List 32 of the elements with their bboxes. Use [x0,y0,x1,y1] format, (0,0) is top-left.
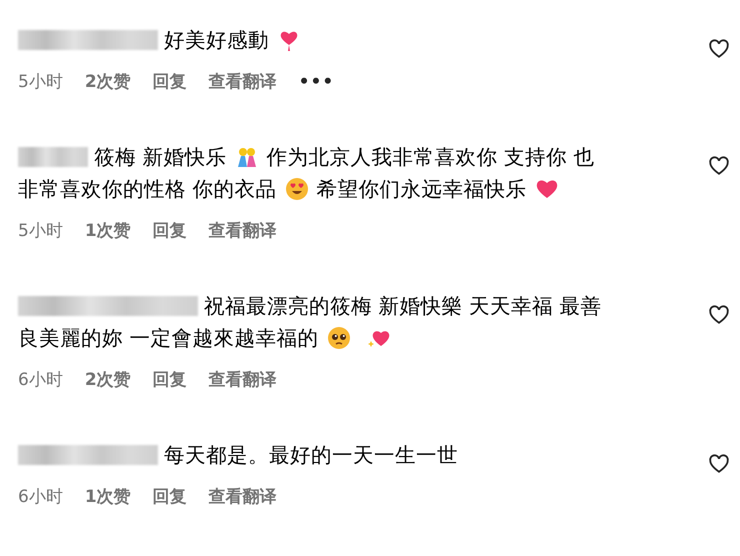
heart-eyes-face-icon [284,177,309,201]
comment-time: 6小时 [18,369,63,391]
comment-text: 希望你们永远幸福快乐 [316,176,527,203]
reply-link[interactable]: 回复 [152,219,187,242]
comment-text: 每天都是。最好的一天一生一世 [164,442,458,469]
likes-count-link[interactable]: 2次赞 [84,368,131,391]
comment-text: 好美好感動 [164,27,269,54]
reply-link[interactable]: 回复 [152,70,187,93]
reply-link[interactable]: 回复 [152,485,187,508]
comment-text: 作为北京人我非常喜欢你 支持你 也 [266,144,595,171]
pleading-face-icon [326,326,351,350]
like-heart-icon[interactable] [708,155,730,177]
comment-time: 6小时 [18,486,63,508]
comment-text: 祝福最漂亮的筱梅 新婚快樂 天天幸福 最善 [204,293,602,320]
more-options-button[interactable]: ••• [298,72,334,92]
see-translation-link[interactable]: 查看翻译 [208,70,277,93]
like-heart-icon[interactable] [708,304,730,326]
like-heart-icon[interactable] [708,453,730,475]
see-translation-link[interactable]: 查看翻译 [208,368,277,391]
likes-count-link[interactable]: 1次赞 [84,219,131,242]
blurred-username [18,147,88,167]
comment-text: 筱梅 新婚快乐 [94,144,227,171]
see-translation-link[interactable]: 查看翻译 [208,219,277,242]
like-heart-icon[interactable] [708,38,730,60]
reply-link[interactable]: 回复 [152,368,187,391]
see-translation-link[interactable]: 查看翻译 [208,485,277,508]
likes-count-link[interactable]: 1次赞 [84,485,131,508]
comment-time: 5小时 [18,71,63,93]
comment-text: 非常喜欢你的性格 你的衣品 [18,176,277,203]
comment-text: 良美麗的妳 一定會越來越幸福的 [18,325,319,352]
likes-count-link[interactable]: 2次赞 [84,70,131,93]
comment-time: 5小时 [18,220,63,242]
